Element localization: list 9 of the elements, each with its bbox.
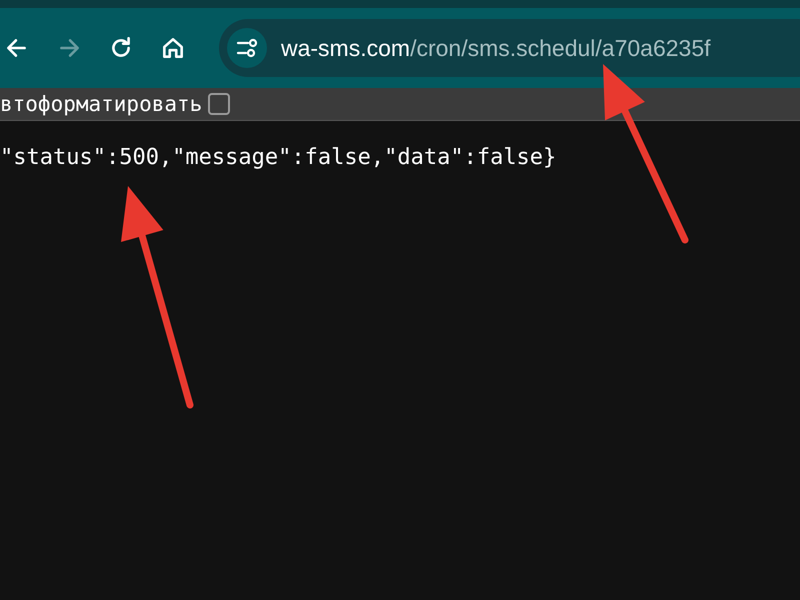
sliders-icon — [235, 36, 259, 60]
json-response-text: "status":500,"message":false,"data":false} — [0, 145, 558, 170]
autoformat-checkbox[interactable] — [208, 93, 230, 115]
url-path: /cron/sms.schedul/a70a6235f — [410, 34, 711, 62]
autoformat-label: втоформатировать — [0, 92, 202, 116]
address-bar[interactable]: wa-sms.com/cron/sms.schedul/a70a6235f — [219, 19, 800, 77]
url-host: wa-sms.com — [281, 34, 410, 62]
home-icon — [160, 35, 186, 61]
site-settings-button[interactable] — [227, 28, 267, 68]
